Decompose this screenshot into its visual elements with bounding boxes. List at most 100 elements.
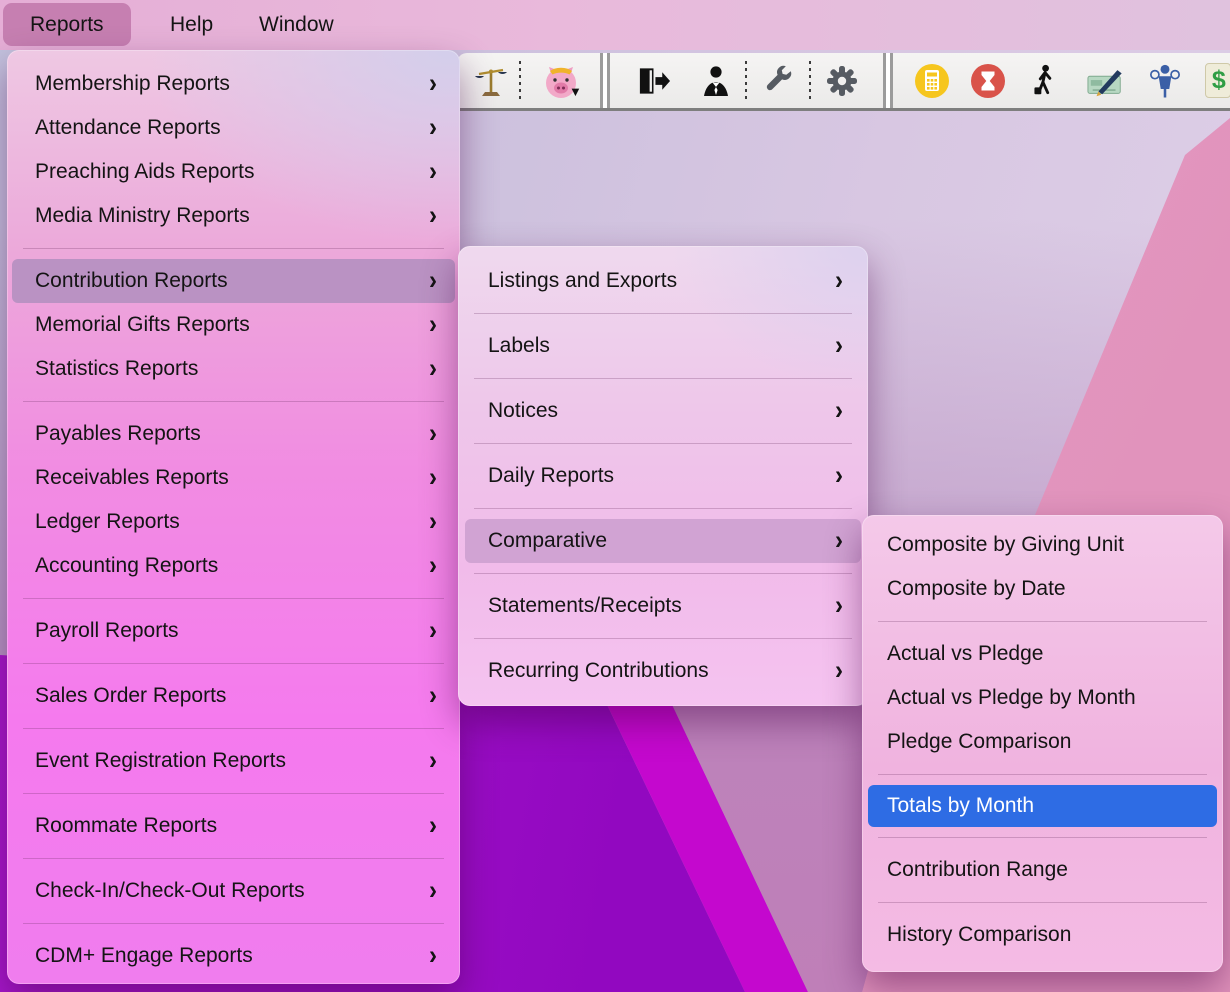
submenu-chevron-icon: › (429, 159, 437, 186)
toolbar-dotted-divider (519, 61, 521, 101)
menu-separator (23, 401, 444, 402)
menu-item-attendance-reports[interactable]: Attendance Reports › (12, 106, 455, 150)
toolbar-dotted-divider (745, 61, 747, 101)
menubar-item-reports[interactable]: Reports (3, 3, 131, 46)
submenu-chevron-icon: › (429, 115, 437, 142)
menu-item-pledge-comparison[interactable]: Pledge Comparison (868, 720, 1217, 764)
check-writing-icon[interactable] (1087, 64, 1125, 98)
menu-item-statistics-reports[interactable]: Statistics Reports › (12, 347, 455, 391)
menu-bar: Reports Help Window (0, 0, 1230, 50)
menu-item-check-in-check-out-reports[interactable]: Check-In/Check-Out Reports › (12, 869, 455, 913)
menu-item-contribution-reports[interactable]: Contribution Reports › (12, 259, 455, 303)
menu-item-sales-order-reports[interactable]: Sales Order Reports › (12, 674, 455, 718)
menu-separator (23, 728, 444, 729)
menu-item-event-registration-reports[interactable]: Event Registration Reports › (12, 739, 455, 783)
submenu-chevron-icon: › (835, 528, 843, 555)
menu-item-media-ministry-reports[interactable]: Media Ministry Reports › (12, 194, 455, 238)
submenu-chevron-icon: › (429, 71, 437, 98)
balance-scale-icon[interactable] (473, 63, 509, 99)
menu-item-payroll-reports[interactable]: Payroll Reports › (12, 609, 455, 653)
walking-person-icon[interactable] (1029, 64, 1059, 98)
menu-separator (23, 248, 444, 249)
menu-separator (23, 858, 444, 859)
menu-item-preaching-aids-reports[interactable]: Preaching Aids Reports › (12, 150, 455, 194)
menu-separator (878, 902, 1207, 903)
menu-separator (23, 923, 444, 924)
menu-item-payables-reports[interactable]: Payables Reports › (12, 412, 455, 456)
menu-item-receivables-reports[interactable]: Receivables Reports › (12, 456, 455, 500)
menu-item-totals-by-month[interactable]: Totals by Month (868, 785, 1217, 827)
exit-door-icon[interactable] (636, 66, 671, 96)
submenu-chevron-icon: › (429, 509, 437, 536)
submenu-chevron-icon: › (835, 333, 843, 360)
dollar-sign-icon[interactable]: $ (1205, 63, 1230, 98)
menu-separator (474, 378, 852, 379)
submenu-chevron-icon: › (835, 593, 843, 620)
submenu-chevron-icon: › (429, 878, 437, 905)
menu-separator (474, 638, 852, 639)
menu-item-ledger-reports[interactable]: Ledger Reports › (12, 500, 455, 544)
menu-separator (474, 508, 852, 509)
menu-item-roommate-reports[interactable]: Roommate Reports › (12, 804, 455, 848)
submenu-chevron-icon: › (429, 553, 437, 580)
menu-item-statements-receipts[interactable]: Statements/Receipts › (465, 584, 861, 628)
menu-item-listings-and-exports[interactable]: Listings and Exports › (465, 259, 861, 303)
submenu-chevron-icon: › (429, 356, 437, 383)
menu-separator (474, 313, 852, 314)
person-finance-icon[interactable] (1149, 64, 1181, 98)
menu-item-composite-by-giving-unit[interactable]: Composite by Giving Unit (868, 523, 1217, 567)
piggy-bank-icon[interactable]: ▼ (541, 61, 582, 101)
toolbar-double-divider (879, 53, 897, 108)
menu-separator (23, 663, 444, 664)
submenu-chevron-icon: › (429, 268, 437, 295)
submenu-chevron-icon: › (835, 463, 843, 490)
menu-separator (878, 621, 1207, 622)
submenu-chevron-icon: › (429, 465, 437, 492)
menu-item-actual-vs-pledge-by-month[interactable]: Actual vs Pledge by Month (868, 676, 1217, 720)
comparative-submenu-panel: Composite by Giving Unit Composite by Da… (862, 515, 1223, 972)
menu-separator (878, 774, 1207, 775)
submenu-chevron-icon: › (429, 312, 437, 339)
reports-menu-panel: Membership Reports › Attendance Reports … (7, 50, 460, 984)
menu-item-actual-vs-pledge[interactable]: Actual vs Pledge (868, 632, 1217, 676)
menu-item-contribution-range[interactable]: Contribution Range (868, 848, 1217, 892)
submenu-chevron-icon: › (429, 421, 437, 448)
menubar-item-help[interactable]: Help (170, 3, 213, 46)
calculator-icon[interactable] (913, 62, 951, 100)
wrench-icon[interactable] (763, 65, 795, 97)
submenu-chevron-icon: › (429, 203, 437, 230)
menu-item-cdm-engage-reports[interactable]: CDM+ Engage Reports › (12, 934, 455, 978)
menu-item-comparative[interactable]: Comparative › (465, 519, 861, 563)
menu-item-daily-reports[interactable]: Daily Reports › (465, 454, 861, 498)
hourglass-icon[interactable] (969, 62, 1007, 100)
app-toolbar: ▼ (457, 53, 1230, 111)
menu-item-history-comparison[interactable]: History Comparison (868, 913, 1217, 957)
menu-separator (474, 443, 852, 444)
menu-item-composite-by-date[interactable]: Composite by Date (868, 567, 1217, 611)
submenu-chevron-icon: › (429, 618, 437, 645)
menu-separator (474, 573, 852, 574)
menu-item-accounting-reports[interactable]: Accounting Reports › (12, 544, 455, 588)
menubar-item-window[interactable]: Window (259, 3, 334, 46)
menu-item-labels[interactable]: Labels › (465, 324, 861, 368)
contribution-reports-submenu-panel: Listings and Exports › Labels › Notices … (458, 246, 868, 706)
toolbar-double-divider (596, 53, 614, 108)
submenu-chevron-icon: › (429, 683, 437, 710)
submenu-chevron-icon: › (835, 398, 843, 425)
desktop-screen: ▼ (0, 0, 1230, 992)
menu-item-recurring-contributions[interactable]: Recurring Contributions › (465, 649, 861, 693)
business-person-icon[interactable] (701, 65, 731, 97)
toolbar-dotted-divider (809, 61, 811, 101)
menu-separator (878, 837, 1207, 838)
submenu-chevron-icon: › (429, 813, 437, 840)
menu-separator (23, 793, 444, 794)
dropdown-arrow-icon: ▼ (569, 84, 582, 99)
menu-item-membership-reports[interactable]: Membership Reports › (12, 62, 455, 106)
menu-separator (23, 598, 444, 599)
menu-item-memorial-gifts-reports[interactable]: Memorial Gifts Reports › (12, 303, 455, 347)
gear-icon[interactable] (825, 64, 859, 98)
submenu-chevron-icon: › (835, 268, 843, 295)
submenu-chevron-icon: › (429, 943, 437, 970)
submenu-chevron-icon: › (835, 658, 843, 685)
menu-item-notices[interactable]: Notices › (465, 389, 861, 433)
